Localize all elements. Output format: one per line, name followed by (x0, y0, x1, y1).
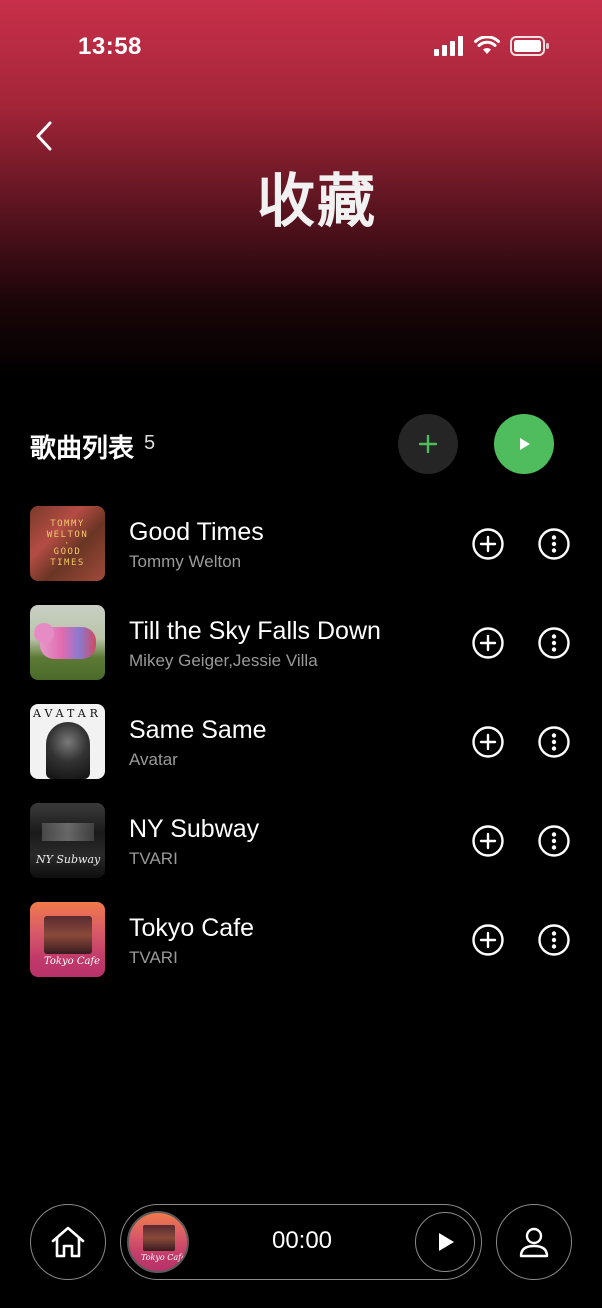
album-cover: TOMMY WELTON · GOOD TIMES (30, 506, 105, 581)
play-icon (439, 1233, 454, 1251)
page-title: 收藏 (256, 169, 377, 234)
battery-icon (510, 36, 549, 56)
cover-text: AVATAR (33, 707, 102, 720)
mini-player[interactable]: Tokyo Cafe 00:00 (120, 1204, 482, 1280)
wifi-icon (474, 36, 500, 54)
song-row[interactable]: AVATAR Same Same Avatar (30, 704, 580, 803)
section-label: 歌曲列表 (30, 433, 135, 463)
status-icons (434, 36, 550, 56)
chevron-left-icon (36, 121, 52, 151)
circle-more-icon (538, 825, 570, 857)
song-title: Same Same (129, 716, 267, 744)
song-row[interactable]: Tokyo Cafe Tokyo Cafe TVARI (30, 902, 580, 1001)
song-row[interactable]: TOMMY WELTON · GOOD TIMES Good Times Tom… (30, 506, 580, 605)
mini-play-button[interactable] (415, 1212, 475, 1272)
plus-icon (418, 434, 438, 454)
album-cover: NY Subway (30, 803, 105, 878)
song-row[interactable]: Till the Sky Falls Down Mikey Geiger,Jes… (30, 605, 580, 704)
home-icon (51, 1226, 85, 1258)
more-options-button[interactable] (536, 922, 572, 958)
song-list-header: 歌曲列表 5 (30, 414, 560, 480)
circle-plus-icon (472, 726, 504, 758)
more-options-button[interactable] (536, 526, 572, 562)
circle-more-icon (538, 726, 570, 758)
cover-text: GOOD (53, 546, 82, 557)
cover-art (44, 916, 92, 954)
back-button[interactable] (26, 114, 62, 158)
add-to-playlist-button[interactable] (470, 922, 506, 958)
song-list: TOMMY WELTON · GOOD TIMES Good Times Tom… (30, 506, 580, 1001)
circle-plus-icon (472, 528, 504, 560)
circle-plus-icon (472, 924, 504, 956)
cover-art (34, 623, 54, 643)
circle-more-icon (538, 924, 570, 956)
cover-art (42, 823, 94, 841)
song-title: Good Times (129, 518, 264, 546)
song-artist: Avatar (129, 750, 178, 769)
song-artist: Tommy Welton (129, 552, 242, 571)
song-row[interactable]: NY Subway NY Subway TVARI (30, 803, 580, 902)
album-cover: AVATAR (30, 704, 105, 779)
add-to-playlist-button[interactable] (470, 526, 506, 562)
song-artist: Mikey Geiger,Jessie Villa (129, 651, 318, 670)
circle-more-icon (538, 528, 570, 560)
song-artist: TVARI (129, 948, 178, 967)
add-all-button[interactable] (398, 414, 458, 474)
cover-text: TIMES (50, 557, 85, 568)
circle-plus-icon (472, 825, 504, 857)
circle-more-icon (538, 627, 570, 659)
cover-art (46, 722, 90, 779)
more-options-button[interactable] (536, 625, 572, 661)
bottom-nav: Tokyo Cafe 00:00 (0, 1204, 602, 1280)
profile-button[interactable] (496, 1204, 572, 1280)
add-to-playlist-button[interactable] (470, 823, 506, 859)
cover-text: NY Subway (36, 853, 101, 866)
song-title: Tokyo Cafe (129, 914, 255, 942)
song-title: NY Subway (129, 815, 260, 843)
cover-text: Tokyo Cafe (44, 956, 101, 967)
song-count: 5 (144, 432, 156, 454)
status-time: 13:58 (78, 33, 142, 60)
cellular-signal-icon (434, 36, 463, 56)
home-button[interactable] (30, 1204, 106, 1280)
add-to-playlist-button[interactable] (470, 724, 506, 760)
album-cover: Tokyo Cafe (30, 902, 105, 977)
album-cover (30, 605, 105, 680)
play-all-button[interactable] (494, 414, 554, 474)
song-title: Till the Sky Falls Down (129, 617, 381, 645)
song-artist: TVARI (129, 849, 178, 868)
more-options-button[interactable] (536, 823, 572, 859)
add-to-playlist-button[interactable] (470, 625, 506, 661)
cover-text: TOMMY (50, 518, 85, 529)
status-bar: 13:58 (0, 0, 602, 96)
more-options-button[interactable] (536, 724, 572, 760)
user-icon (519, 1227, 549, 1258)
circle-plus-icon (472, 627, 504, 659)
screen: 13:58 收藏 歌曲列表 5 TOMMY WELTON · GOOD TIME… (0, 0, 602, 1308)
play-icon (520, 438, 530, 450)
